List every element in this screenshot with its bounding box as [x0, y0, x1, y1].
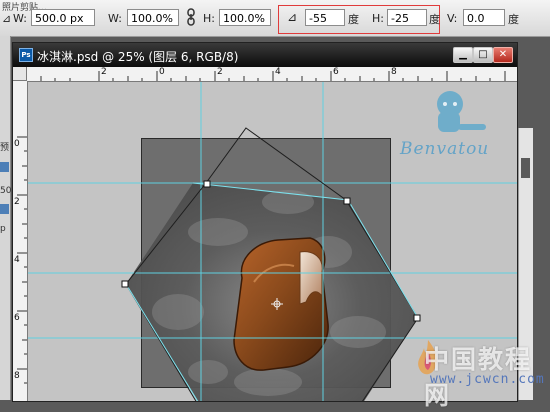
h-ruler-label-0: 2 — [101, 67, 107, 77]
scrollbar-thumb[interactable] — [521, 158, 530, 178]
signature-watermark: Benvatou — [400, 139, 490, 159]
h-ruler-label-5: 8 — [391, 67, 397, 77]
v-ruler-label-0: 0 — [14, 139, 20, 149]
h-ruler-label-4: 6 — [333, 67, 339, 77]
left-panel-label-2: 50 — [0, 186, 12, 196]
left-panel-strip: 预 50 p — [0, 36, 11, 400]
site-url-watermark[interactable]: www.jcwcn.com — [430, 372, 545, 387]
left-panel-swatch-2[interactable] — [0, 204, 9, 214]
vertical-ruler-ticks — [17, 136, 27, 384]
h-ruler-label-1: 0 — [159, 67, 165, 77]
width-percent-field[interactable]: 100.0% — [127, 9, 179, 26]
options-bar: 照片剪贴… ⊿ W: 500.0 px W: 100.0% H: 100.0% … — [0, 0, 550, 37]
x-position-field[interactable]: 500.0 px — [31, 9, 95, 26]
skew-h-unit-label: 度 — [429, 13, 440, 26]
horizontal-ruler[interactable]: 2 0 2 4 6 8 — [27, 67, 517, 82]
mascot-watermark-icon — [437, 91, 486, 132]
v-ruler-label-4: 8 — [14, 371, 20, 381]
left-panel-swatch[interactable] — [0, 162, 9, 172]
h-ruler-label-3: 4 — [275, 67, 281, 77]
skew-v-label: V: — [447, 12, 458, 25]
ruler-origin-corner[interactable] — [13, 67, 27, 81]
document-title: 冰淇淋.psd @ 25% (图层 6, RGB/8) — [37, 50, 239, 64]
skew-v-unit-label: 度 — [508, 13, 519, 26]
vertical-ruler[interactable]: 0 2 4 6 8 — [13, 81, 28, 401]
width-label: W: — [108, 12, 122, 25]
rotate-angle-field[interactable]: -55 — [305, 9, 345, 26]
close-button[interactable]: ✕ — [493, 47, 513, 63]
v-ruler-label-1: 2 — [14, 197, 20, 207]
skew-h-label: H: — [372, 12, 384, 25]
rotate-angle-icon: ⊿ — [287, 10, 298, 24]
minimize-button[interactable]: ▁ — [453, 47, 473, 63]
link-chain-icon[interactable] — [186, 8, 196, 26]
height-label: H: — [203, 12, 215, 25]
reference-point-icon: ⊿ — [2, 12, 12, 25]
h-ruler-label-2: 2 — [217, 67, 223, 77]
left-panel-label-1: 预 — [0, 143, 10, 153]
photoshop-doc-icon: Ps — [19, 48, 33, 62]
rotate-unit-label: 度 — [348, 13, 359, 26]
skew-v-field[interactable]: 0.0 — [463, 9, 505, 26]
v-ruler-label-3: 6 — [14, 313, 20, 323]
left-panel-label-3: p — [0, 224, 6, 234]
x-label: W: — [13, 12, 27, 25]
v-ruler-label-2: 4 — [14, 255, 20, 265]
height-percent-field[interactable]: 100.0% — [219, 9, 271, 26]
document-title-bar[interactable]: Ps 冰淇淋.psd @ 25% (图层 6, RGB/8) ▁ □ ✕ — [13, 43, 517, 67]
skew-h-field[interactable]: -25 — [387, 9, 427, 26]
maximize-button[interactable]: □ — [473, 47, 493, 63]
